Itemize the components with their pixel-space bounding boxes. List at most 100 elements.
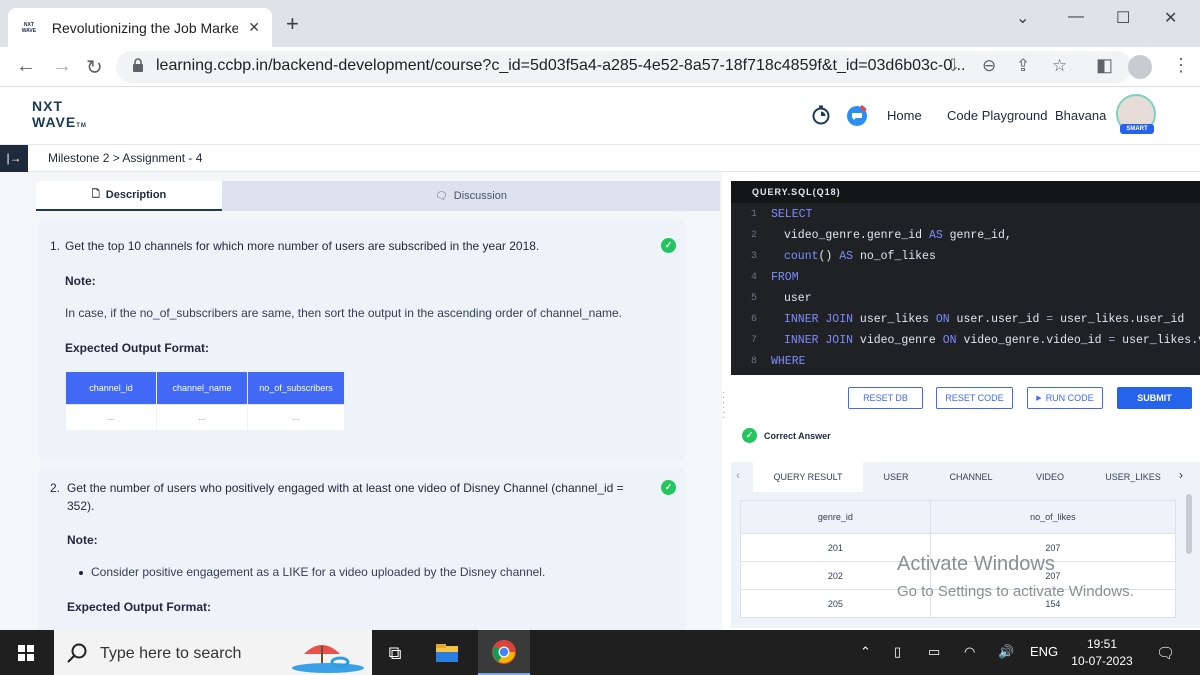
expected-output-label: Expected Output Format:: [65, 341, 210, 355]
submit-button[interactable]: SUBMIT: [1117, 387, 1192, 409]
chevron-right-icon[interactable]: ›: [1179, 468, 1183, 482]
new-tab-icon[interactable]: +: [286, 13, 299, 35]
chat-icon[interactable]: [846, 104, 868, 126]
reset-code-button[interactable]: RESET CODE: [936, 387, 1013, 409]
breadcrumb[interactable]: Milestone 2 > Assignment - 4: [48, 151, 202, 165]
note-label: Note:: [65, 274, 96, 288]
notification-icon[interactable]: 🗨: [1156, 644, 1175, 662]
keyword: AS: [839, 250, 854, 263]
taskbar-search-box[interactable]: Type here to search: [54, 630, 372, 675]
close-window-icon[interactable]: ✕: [1164, 8, 1177, 28]
question-card-1: 1. Get the top 10 channels for which mor…: [38, 220, 686, 460]
nav-code-playground[interactable]: Code Playground: [947, 108, 1047, 123]
clock-date: 10-07-2023: [1071, 654, 1133, 668]
question-text: Get the top 10 channels for which more n…: [65, 239, 540, 253]
expected-output-label: Expected Output Format:: [67, 600, 212, 614]
search-placeholder: Type here to search: [100, 645, 242, 662]
windows-start-icon[interactable]: [18, 645, 34, 661]
chrome-taskbar-button[interactable]: [478, 630, 530, 675]
panel-resize-handle[interactable]: · · · · · ·: [722, 388, 726, 423]
install-icon[interactable]: ⇩: [946, 56, 960, 76]
tab-channel[interactable]: CHANNEL: [939, 462, 1003, 492]
minimize-icon[interactable]: —: [1068, 8, 1084, 26]
windows-taskbar: Type here to search ⧉ ⌃ ▯ ▭ ◠ 🔊 ENG 19:5…: [0, 630, 1200, 675]
code-token: user_likes.user_id: [1053, 313, 1185, 326]
file-explorer-icon[interactable]: [434, 640, 460, 666]
tab-description[interactable]: 🗋 Description: [36, 181, 222, 211]
bullet-dot: [79, 571, 83, 575]
close-tab-icon[interactable]: ✕: [248, 19, 260, 36]
check-icon: ✓: [661, 480, 676, 495]
side-panel-icon[interactable]: ◧: [1096, 55, 1113, 76]
meet-now-icon[interactable]: ▯: [894, 644, 901, 660]
tab-query-result[interactable]: QUERY RESULT: [753, 462, 863, 492]
forward-icon[interactable]: →: [52, 55, 72, 78]
clock-time: 19:51: [1086, 637, 1118, 651]
nav-username[interactable]: Bhavana: [1055, 108, 1106, 123]
column-header: no_of_subscribers: [248, 372, 344, 404]
share-icon[interactable]: ⇪: [1016, 56, 1030, 76]
reload-icon[interactable]: ↻: [86, 55, 103, 80]
code-token: user.user_id: [949, 313, 1047, 326]
column-header: channel_id: [66, 372, 156, 404]
language-indicator[interactable]: ENG: [1030, 644, 1058, 659]
question-text: Get the number of users who positively e…: [67, 479, 657, 515]
system-clock[interactable]: 19:51 10-07-2023: [1070, 636, 1134, 670]
search-icon: [67, 643, 87, 663]
play-icon: ▶: [1036, 395, 1042, 402]
keyword: WHERE: [771, 355, 806, 368]
code-token: genre_id,: [942, 229, 1012, 242]
document-icon: 🗋: [91, 188, 100, 200]
code-token: no_of_likes: [853, 250, 936, 263]
table-row: ... ... ...: [66, 404, 344, 430]
run-code-label: RUN CODE: [1045, 393, 1094, 403]
keyword: SELECT: [771, 208, 813, 221]
note-text: In case, if the no_of_subscribers are sa…: [65, 306, 623, 320]
line-number: 1: [751, 209, 758, 220]
tab-user[interactable]: USER: [869, 462, 923, 492]
sidebar-toggle-icon[interactable]: |→: [0, 145, 28, 172]
chevron-down-icon[interactable]: ⌄: [1016, 8, 1029, 28]
reset-db-button[interactable]: RESET DB: [848, 387, 923, 409]
tab-discussion[interactable]: 🗨 Discussion: [222, 181, 720, 211]
nxtwave-logo[interactable]: NXT WAVETM: [32, 98, 87, 134]
column-header: channel_name: [157, 372, 247, 404]
profile-avatar-icon[interactable]: [1128, 55, 1152, 79]
favicon: NXT WAVE: [21, 21, 37, 34]
tab-discussion-label: Discussion: [453, 190, 507, 202]
column-header: genre_id: [740, 500, 931, 534]
code-line: FROM: [771, 271, 799, 284]
description-panel: 🗋 Description 🗨 Discussion 1. Get the to…: [0, 172, 722, 630]
tab-user-likes[interactable]: USER_LIKES: [1099, 462, 1167, 492]
more-menu-icon[interactable]: ⋮: [1172, 55, 1190, 76]
question-number: 2.: [50, 481, 61, 495]
chevron-up-icon[interactable]: ⌃: [860, 644, 871, 660]
bookmark-star-icon[interactable]: ☆: [1052, 56, 1067, 76]
code-line: user: [784, 292, 812, 305]
nav-home[interactable]: Home: [887, 108, 922, 123]
maximize-icon[interactable]: ☐: [1116, 8, 1130, 28]
back-icon[interactable]: ←: [16, 55, 36, 78]
wifi-icon[interactable]: ◠: [964, 644, 975, 660]
breadcrumb-bar: |→ Milestone 2 > Assignment - 4: [0, 144, 1200, 172]
result-scrollbar[interactable]: [1186, 494, 1192, 554]
chevron-left-icon[interactable]: ‹: [736, 468, 740, 482]
stopwatch-icon[interactable]: [810, 104, 832, 126]
code-token: video_genre.genre_id: [784, 229, 929, 242]
zoom-icon[interactable]: ⊖: [982, 56, 996, 76]
sql-editor[interactable]: QUERY.SQL(Q18) 1 2 3 4 5 6 7 8 SELECT vi…: [731, 181, 1200, 375]
battery-icon[interactable]: ▭: [928, 644, 940, 660]
run-code-button[interactable]: ▶ RUN CODE: [1027, 387, 1103, 409]
url-field[interactable]: learning.ccbp.in/backend-development/cou…: [116, 51, 1132, 83]
logo-line2: WAVE: [32, 114, 77, 130]
code-line: INNER JOIN video_genre ON video_genre.vi…: [784, 334, 1200, 347]
tab-video[interactable]: VIDEO: [1023, 462, 1077, 492]
browser-tab[interactable]: NXT WAVE Revolutionizing the Job Market …: [8, 8, 272, 47]
question-card-2: 2. Get the number of users who positivel…: [38, 468, 686, 630]
volume-icon[interactable]: 🔊: [998, 644, 1014, 660]
result-tabs: ‹ QUERY RESULT USER CHANNEL VIDEO USER_L…: [731, 462, 1200, 492]
comment-icon: 🗨: [435, 190, 448, 202]
task-view-icon[interactable]: ⧉: [382, 640, 408, 666]
code-token: (): [818, 250, 840, 263]
code-token: video_genre: [853, 334, 943, 347]
